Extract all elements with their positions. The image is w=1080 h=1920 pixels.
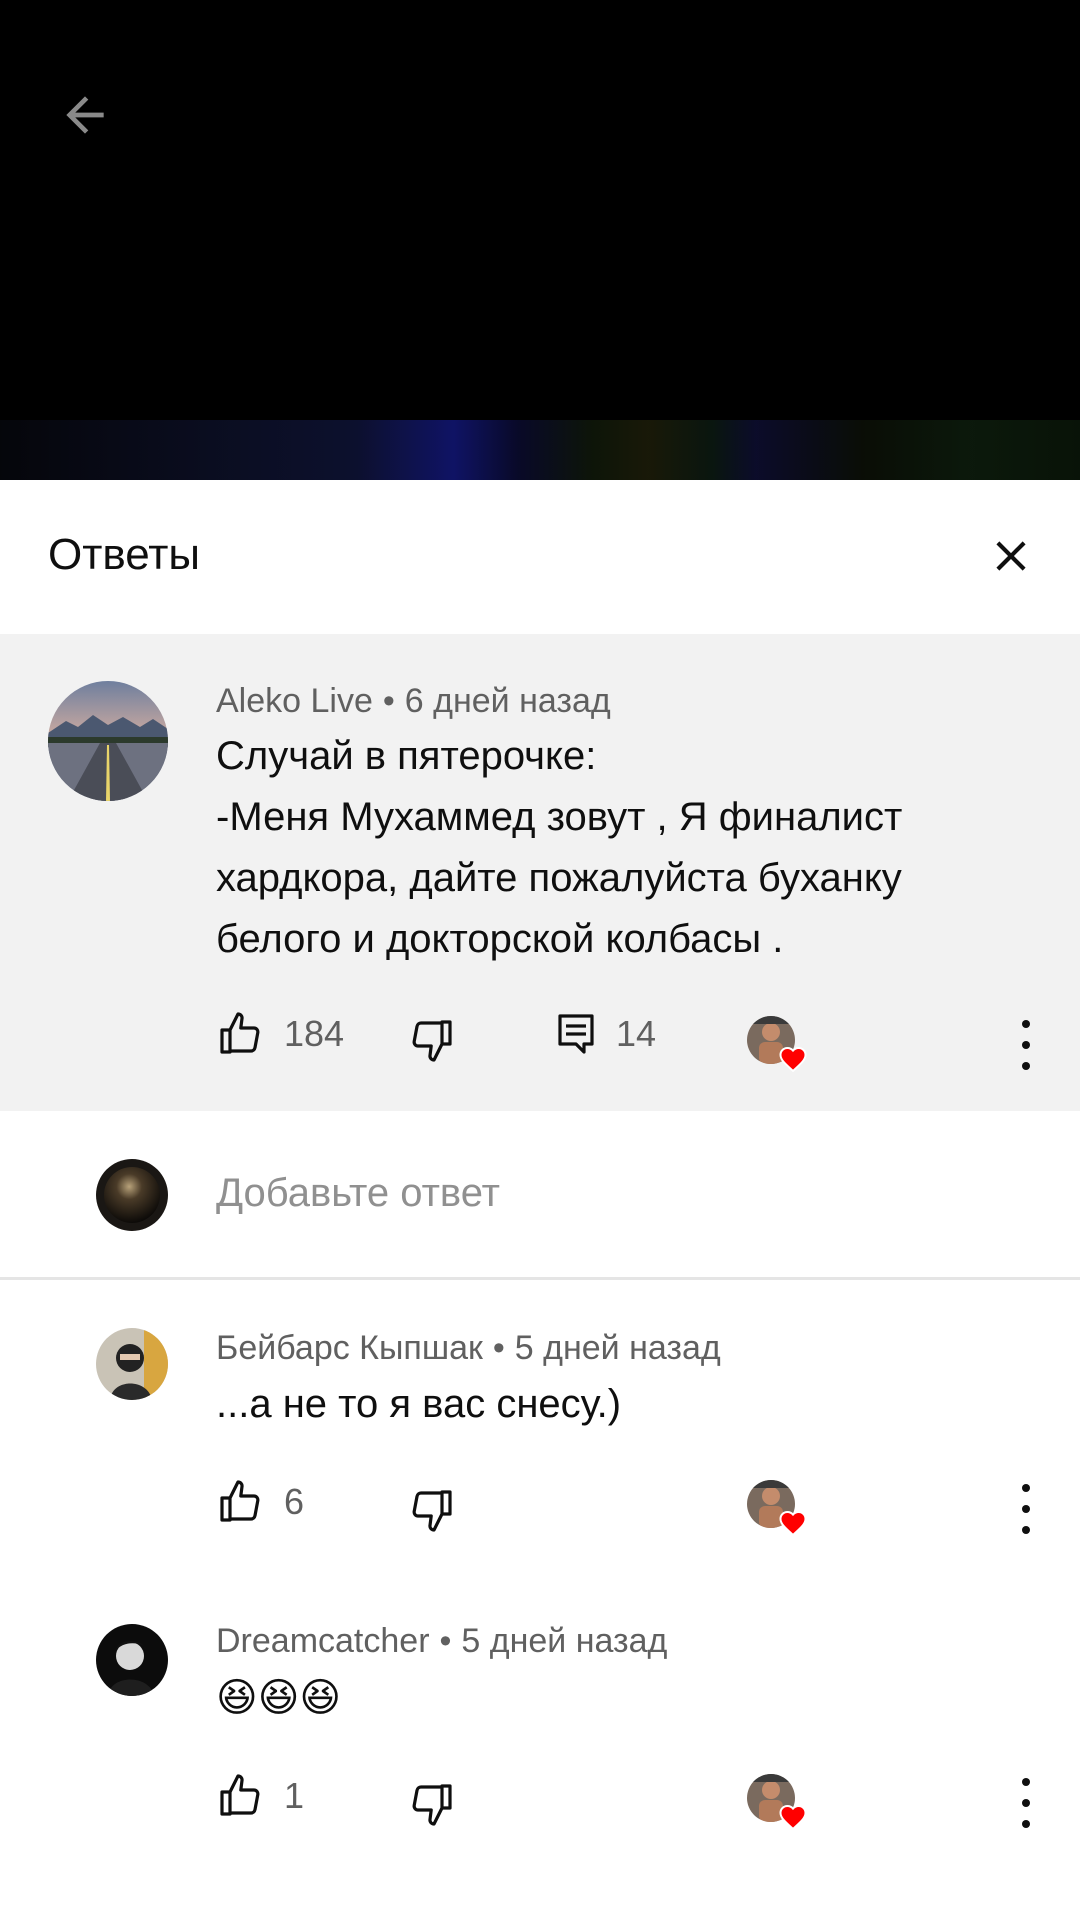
like-count: 1 xyxy=(284,1775,305,1816)
thumbs-up-icon xyxy=(220,1012,260,1054)
dislike-button[interactable] xyxy=(408,1486,456,1534)
comment-time: 6 дней назад xyxy=(404,682,611,720)
like-button[interactable]: 6 xyxy=(216,1478,304,1526)
more-options-button[interactable] xyxy=(1016,1778,1036,1828)
comment-text: 😆😆😆 xyxy=(216,1676,342,1720)
comment-meta: Aleko Live • 6 дней назад xyxy=(216,682,611,720)
like-button[interactable]: 184 xyxy=(216,1010,344,1058)
close-icon xyxy=(996,541,1026,571)
comment-author[interactable]: Dreamcatcher xyxy=(216,1622,430,1660)
comment-text: Случай в пятерочке: -Меня Мухаммед зовут… xyxy=(216,734,903,961)
thumbs-up-icon xyxy=(220,1480,260,1522)
thumbs-down-icon xyxy=(412,1784,452,1826)
comment-author[interactable]: Aleko Live xyxy=(216,682,373,720)
comment-time: 5 дней назад xyxy=(461,1622,668,1660)
replies-button[interactable]: 14 xyxy=(556,1012,656,1056)
more-vert-icon xyxy=(1022,1484,1030,1492)
list-item: Dreamcatcher • 5 дней назад 😆😆😆 1 xyxy=(0,1580,1080,1880)
thumbs-down-icon xyxy=(412,1490,452,1532)
comment-time: 5 дней назад xyxy=(514,1329,721,1367)
avatar xyxy=(96,1159,168,1231)
page-title: Ответы xyxy=(48,530,201,579)
parent-comment: Aleko Live • 6 дней назад Случай в пятероч… xyxy=(0,634,1080,1111)
more-vert-icon xyxy=(1022,1020,1030,1028)
comment-meta: Бейбарс Кыпшак • 5 дней назад xyxy=(216,1329,721,1367)
like-count: 6 xyxy=(284,1481,305,1522)
back-arrow-icon xyxy=(66,96,104,134)
list-item: Бейбарс Кыпшак • 5 дней назад ...а не то я… xyxy=(0,1280,1080,1580)
reply-count: 14 xyxy=(616,1013,657,1054)
dislike-button[interactable] xyxy=(408,1016,456,1064)
video-player[interactable] xyxy=(0,0,1080,480)
avatar[interactable] xyxy=(96,1328,168,1400)
video-frame-strip xyxy=(0,420,1080,480)
thumbs-up-icon xyxy=(220,1774,260,1816)
comment-meta: Dreamcatcher • 5 дней назад xyxy=(216,1622,668,1660)
heart-icon xyxy=(779,1804,807,1830)
replies-header: Ответы xyxy=(0,480,1080,634)
comment-author[interactable]: Бейбарс Кыпшак xyxy=(216,1329,483,1367)
reply-icon xyxy=(558,1014,594,1054)
close-button[interactable] xyxy=(978,523,1044,589)
avatar[interactable] xyxy=(96,1624,168,1696)
more-options-button[interactable] xyxy=(1016,1020,1036,1070)
reply-input[interactable] xyxy=(216,1171,916,1216)
heart-icon xyxy=(779,1510,807,1536)
heart-icon xyxy=(779,1046,807,1072)
more-options-button[interactable] xyxy=(1016,1484,1036,1534)
back-button[interactable] xyxy=(50,80,120,150)
like-count: 184 xyxy=(284,1013,345,1054)
reply-input-row xyxy=(0,1111,1080,1280)
thumbs-down-icon xyxy=(412,1020,452,1062)
more-vert-icon xyxy=(1022,1778,1030,1786)
avatar[interactable] xyxy=(48,681,168,801)
dislike-button[interactable] xyxy=(408,1780,456,1828)
comment-text: ...а не то я вас снесу.) xyxy=(216,1382,622,1426)
like-button[interactable]: 1 xyxy=(216,1772,304,1820)
